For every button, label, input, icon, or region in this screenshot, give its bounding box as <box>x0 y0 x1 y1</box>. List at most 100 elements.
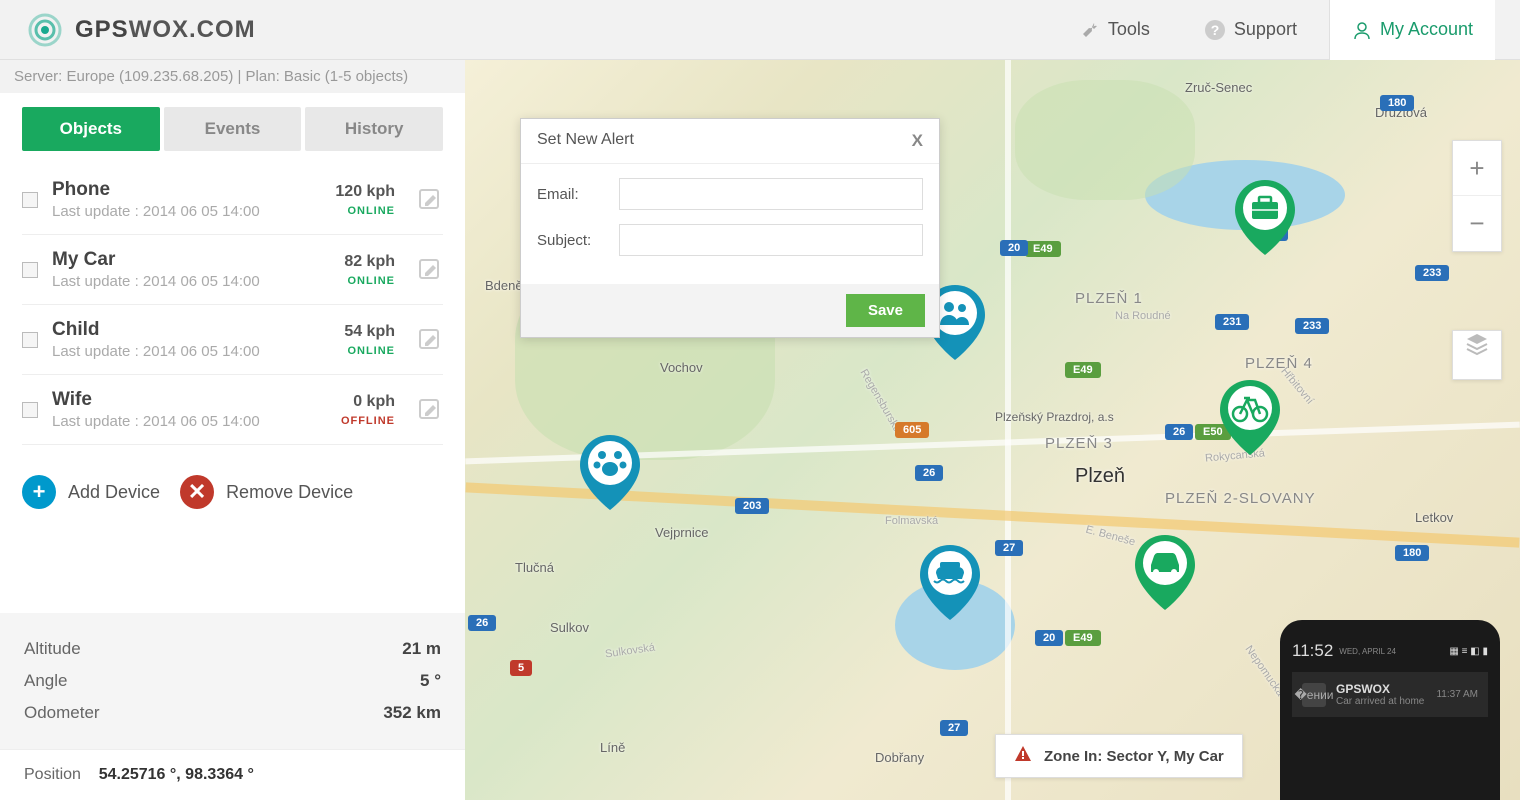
camera-icon: �ении <box>1302 683 1326 707</box>
shield-26c: 26 <box>468 615 496 631</box>
zoom-out-button[interactable]: − <box>1453 196 1501 251</box>
phone-date: WED, APRIL 24 <box>1339 647 1396 656</box>
phone-status-icons: ▦ ≡ ◧ ▮ <box>1449 646 1488 657</box>
help-icon: ? <box>1204 19 1226 41</box>
dialog-close-button[interactable]: X <box>912 131 923 151</box>
city-vejprnice: Vejprnice <box>655 525 708 540</box>
shield-203: 203 <box>735 498 769 514</box>
object-row[interactable]: My Car Last update : 2014 06 05 14:00 82… <box>22 235 443 305</box>
object-update: Last update : 2014 06 05 14:00 <box>52 203 321 220</box>
object-name: Phone <box>52 179 321 201</box>
object-checkbox[interactable] <box>22 402 38 418</box>
road-benese: E. Beneše <box>1084 524 1136 549</box>
subject-label: Subject: <box>537 232 607 249</box>
plus-icon: + <box>22 475 56 509</box>
shield-e49b: E49 <box>1065 362 1101 378</box>
city-zruc: Zruč-Senec <box>1185 80 1252 95</box>
tools-label: Tools <box>1108 19 1150 40</box>
shield-26: 26 <box>1165 424 1193 440</box>
object-checkbox[interactable] <box>22 192 38 208</box>
angle-label: Angle <box>24 671 67 691</box>
city-line: Líně <box>600 740 625 755</box>
alert-text: Zone In: Sector Y, My Car <box>1044 748 1224 765</box>
city-dobrany: Dobřany <box>875 750 924 765</box>
object-name: My Car <box>52 249 330 271</box>
shield-231: 231 <box>1215 314 1249 330</box>
logo-icon <box>25 10 65 50</box>
object-row[interactable]: Child Last update : 2014 06 05 14:00 54 … <box>22 305 443 375</box>
object-name: Wife <box>52 389 327 411</box>
map-canvas[interactable]: Plzeň PLZEŇ 1 PLZEŇ 3 PLZEŇ 4 PLZEŇ 2-SL… <box>465 60 1520 800</box>
shield-e49: E49 <box>1025 241 1061 257</box>
shield-233: 233 <box>1295 318 1329 334</box>
shield-180b: 180 <box>1395 545 1429 561</box>
phone-notification: �ении GPSWOX Car arrived at home 11:37 A… <box>1292 672 1488 717</box>
object-row[interactable]: Phone Last update : 2014 06 05 14:00 120… <box>22 165 443 235</box>
wrench-icon <box>1080 20 1100 40</box>
tools-menu[interactable]: Tools <box>1058 0 1172 60</box>
tab-history[interactable]: History <box>305 107 443 151</box>
shield-26b: 26 <box>915 465 943 481</box>
edit-icon[interactable] <box>417 257 443 283</box>
subject-input[interactable] <box>619 224 923 256</box>
save-button[interactable]: Save <box>846 294 925 327</box>
city-tlucna: Tlučná <box>515 560 554 575</box>
edit-icon[interactable] <box>417 327 443 353</box>
shield-5: 5 <box>510 660 532 676</box>
email-label: Email: <box>537 186 607 203</box>
object-status: ONLINE <box>335 205 395 217</box>
remove-device-button[interactable]: ✕ Remove Device <box>180 475 353 509</box>
edit-icon[interactable] <box>417 397 443 423</box>
tab-events[interactable]: Events <box>164 107 302 151</box>
altitude-value: 21 m <box>402 639 441 659</box>
email-input[interactable] <box>619 178 923 210</box>
object-status: ONLINE <box>344 345 395 357</box>
logo-text: GPSWOX.COM <box>75 16 256 44</box>
x-icon: ✕ <box>180 475 214 509</box>
notif-time: 11:37 AM <box>1436 689 1478 700</box>
object-checkbox[interactable] <box>22 262 38 278</box>
tab-objects[interactable]: Objects <box>22 107 160 151</box>
shield-e49c: E49 <box>1065 630 1101 646</box>
object-speed: 120 kph <box>335 183 395 201</box>
edit-icon[interactable] <box>417 187 443 213</box>
object-status: OFFLINE <box>341 415 395 427</box>
phone-time: 11:52 <box>1292 641 1333 661</box>
road-folmavska: Folmavská <box>885 515 938 527</box>
pin-briefcase[interactable] <box>1235 180 1295 255</box>
area-plzen2: PLZEŇ 2-SLOVANY <box>1165 490 1316 507</box>
object-speed: 54 kph <box>344 323 395 341</box>
svg-text:?: ? <box>1211 22 1220 38</box>
user-icon <box>1352 20 1372 40</box>
pin-car[interactable] <box>1135 535 1195 610</box>
object-checkbox[interactable] <box>22 332 38 348</box>
shield-233b: 233 <box>1415 265 1449 281</box>
support-menu[interactable]: ? Support <box>1182 0 1319 60</box>
shield-27b: 27 <box>995 540 1023 556</box>
zoom-in-button[interactable]: + <box>1453 141 1501 196</box>
city-sulkov: Sulkov <box>550 620 589 635</box>
area-plzen1: PLZEŇ 1 <box>1075 290 1143 307</box>
server-info: Server: Europe (109.235.68.205) | Plan: … <box>0 60 465 93</box>
object-update: Last update : 2014 06 05 14:00 <box>52 413 327 430</box>
object-name: Child <box>52 319 330 341</box>
layers-icon <box>1464 331 1490 357</box>
altitude-label: Altitude <box>24 639 81 659</box>
add-device-label: Add Device <box>68 482 160 503</box>
area-plzen4: PLZEŇ 4 <box>1245 355 1313 372</box>
alert-dialog: Set New Alert X Email: Subject: Save <box>520 118 940 338</box>
pin-boat[interactable] <box>920 545 980 620</box>
pin-bike[interactable] <box>1220 380 1280 455</box>
zone-alert-bar[interactable]: Zone In: Sector Y, My Car <box>995 734 1243 778</box>
position-value: 54.25716 °, 98.3364 ° <box>99 766 254 783</box>
pin-pet[interactable] <box>580 435 640 510</box>
remove-device-label: Remove Device <box>226 482 353 503</box>
header-bar: GPSWOX.COM Tools ? Support My Account <box>0 0 1520 60</box>
object-row[interactable]: Wife Last update : 2014 06 05 14:00 0 kp… <box>22 375 443 445</box>
shield-605: 605 <box>895 422 929 438</box>
layers-button[interactable] <box>1452 330 1502 380</box>
my-account-menu[interactable]: My Account <box>1329 0 1495 60</box>
phone-mockup: 11:52 WED, APRIL 24 ▦ ≡ ◧ ▮ �ении GPSWOX… <box>1280 620 1500 800</box>
odometer-value: 352 km <box>383 703 441 723</box>
add-device-button[interactable]: + Add Device <box>22 475 160 509</box>
